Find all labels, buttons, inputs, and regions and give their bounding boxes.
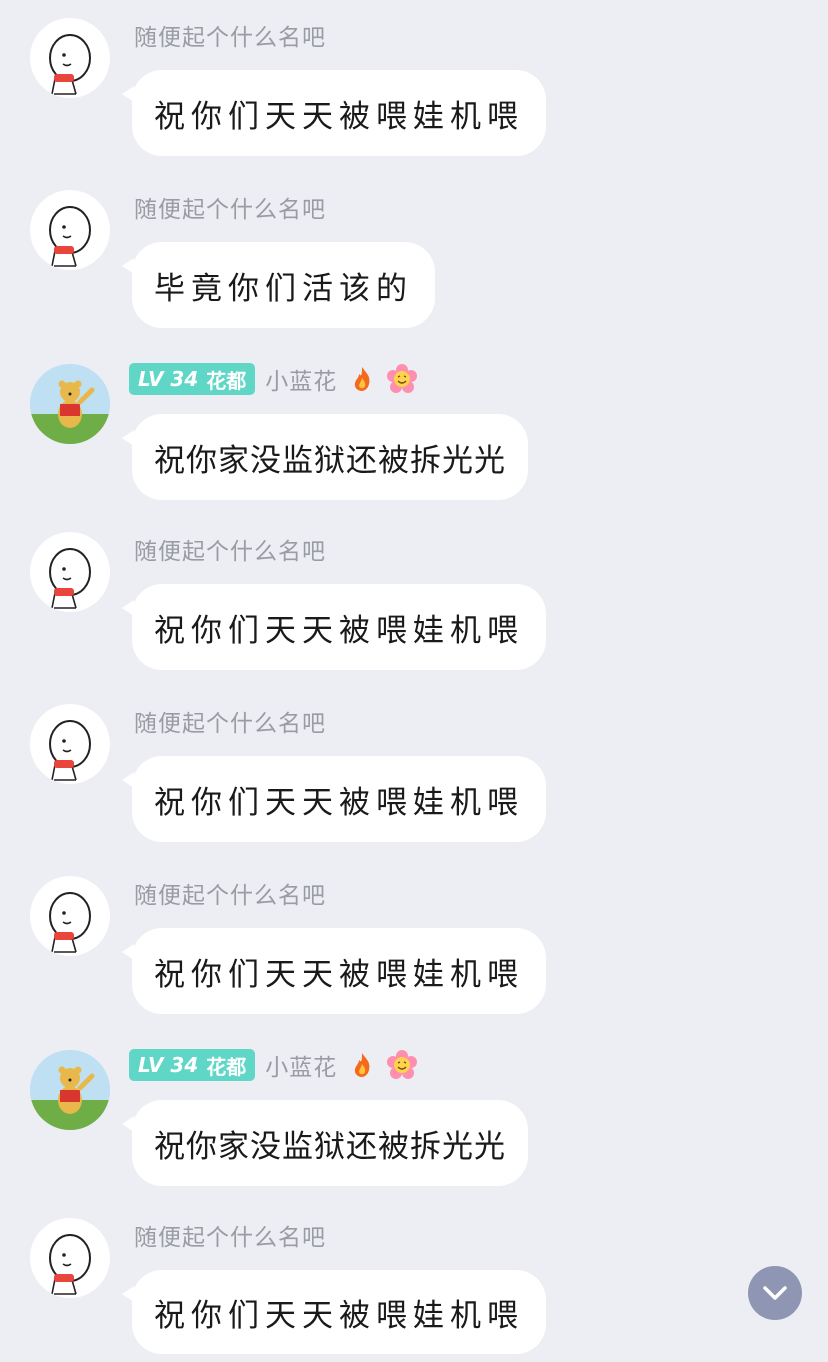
sender-name[interactable]: 随便起个什么名吧 [134,532,326,566]
sender-name[interactable]: 小蓝花 [265,1048,337,1082]
badge-group: 花都 [206,368,247,393]
sender-name[interactable]: 小蓝花 [265,362,337,396]
sender-name[interactable]: 随便起个什么名吧 [134,18,326,52]
message-bubble[interactable]: 祝你们天天被喂娃机喂 [122,584,546,670]
message-text: 毕竟你们活该的 [154,270,413,307]
sender-name[interactable]: 随便起个什么名吧 [134,190,326,224]
flower-emoji [387,1050,418,1079]
sender-row: 随便起个什么名吧 [134,532,326,566]
level-badge: LV 34 花都 [129,363,256,395]
sender-row: 随便起个什么名吧 [134,704,326,738]
stickman-avatar[interactable] [30,190,110,270]
chevron-down-icon [763,1286,787,1300]
message-text: 祝你家没监狱还被拆光光 [154,442,506,479]
message-text: 祝你们天天被喂娃机喂 [154,784,524,821]
sender-row: 随便起个什么名吧 [134,190,326,224]
message-text: 祝你们天天被喂娃机喂 [154,98,524,135]
message-bubble[interactable]: 祝你家没监狱还被拆光光 [122,414,528,500]
flower-emoji [387,364,418,393]
sender-name[interactable]: 随便起个什么名吧 [134,1218,326,1252]
message-bubble[interactable]: 祝你们天天被喂娃机喂 [122,928,546,1014]
stickman-avatar[interactable] [30,532,110,612]
message-bubble[interactable]: 祝你家没监狱还被拆光光 [122,1100,528,1186]
message-text: 祝你家没监狱还被拆光光 [154,1128,506,1165]
sender-row: 随便起个什么名吧 [134,1218,326,1252]
message-text: 祝你们天天被喂娃机喂 [154,1297,524,1334]
message-text: 祝你们天天被喂娃机喂 [154,612,524,649]
scroll-to-bottom-button[interactable] [748,1266,802,1320]
sender-name[interactable]: 随便起个什么名吧 [134,876,326,910]
badge-level: LV 34 [138,1053,199,1077]
message-bubble[interactable]: 祝你们天天被喂娃机喂 [122,70,546,156]
stickman-avatar[interactable] [30,1218,110,1298]
stickman-avatar[interactable] [30,18,110,98]
fire-emoji [355,1053,370,1077]
message-bubble[interactable]: 祝你们天天被喂娃机喂 [122,756,546,842]
message-bubble[interactable]: 毕竟你们活该的 [122,242,435,328]
stickman-avatar[interactable] [30,704,110,784]
sender-name[interactable]: 随便起个什么名吧 [134,704,326,738]
sender-row: 随便起个什么名吧 [134,18,326,52]
message-text: 祝你们天天被喂娃机喂 [154,956,524,993]
bear-avatar[interactable] [30,364,110,444]
bear-avatar[interactable] [30,1050,110,1130]
level-badge: LV 34 花都 [129,1049,256,1081]
sender-row: LV 34 花都 小蓝花 [129,362,418,396]
sender-row: LV 34 花都 小蓝花 [129,1048,418,1082]
badge-group: 花都 [206,1054,247,1079]
fire-emoji [355,367,370,391]
sender-row: 随便起个什么名吧 [134,876,326,910]
badge-level: LV 34 [138,367,199,391]
message-bubble[interactable]: 祝你们天天被喂娃机喂 [122,1270,546,1354]
stickman-avatar[interactable] [30,876,110,956]
